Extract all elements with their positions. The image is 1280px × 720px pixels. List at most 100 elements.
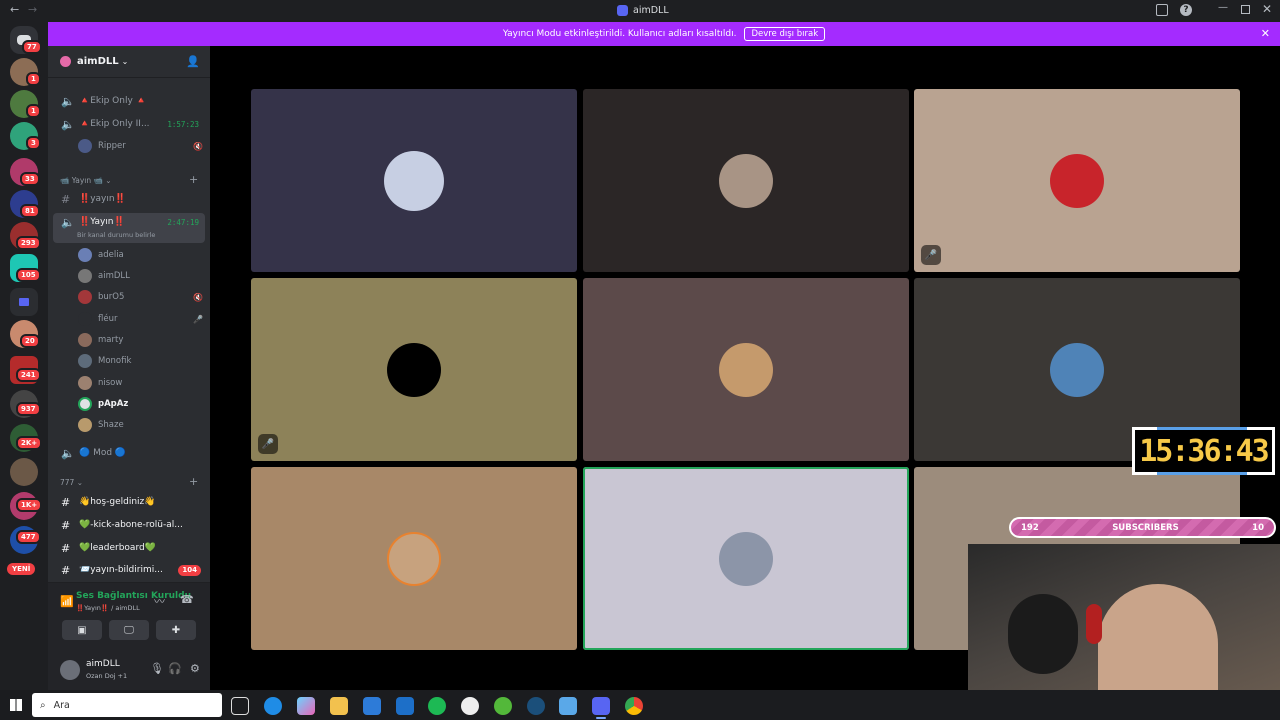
copilot-icon[interactable]	[297, 697, 315, 715]
microphone-icon[interactable]: 🎙	[150, 662, 164, 675]
poster	[1008, 594, 1078, 674]
add-channel-icon[interactable]: +	[189, 173, 198, 186]
disconnect-icon[interactable]: ☎	[180, 593, 194, 606]
participant-tile-speaking[interactable]	[583, 467, 909, 650]
channel-timer: 2:47:19	[167, 218, 199, 227]
noise-suppression-icon[interactable]: 〰	[154, 593, 165, 609]
xbox-icon[interactable]	[494, 697, 512, 715]
user-panel: aimDLL Ozan Doj +1 🎙 🎧 ⚙	[48, 650, 210, 690]
steam-icon[interactable]	[527, 697, 545, 715]
user-name[interactable]: aimDLL	[86, 659, 120, 669]
battlenet-icon[interactable]	[559, 697, 577, 715]
clock-time: 15:36:43	[1139, 433, 1269, 469]
participant-tile[interactable]	[251, 467, 577, 650]
text-channel-yayin[interactable]: # ‼️yayın‼️	[53, 189, 205, 209]
server-header[interactable]: aimDLL ⌄ 👤	[48, 46, 210, 78]
stream-clock: 15:36:43	[1132, 427, 1275, 475]
text-channel[interactable]: # 💚-kick-abone-rolü-al...	[53, 515, 205, 535]
voice-channel-ekip-only-2[interactable]: 🔈 🔺Ekip Only II... 1:57:23	[53, 114, 205, 134]
text-channel[interactable]: # 📨yayın-bildirimi... 104	[53, 560, 205, 580]
windows-start-icon[interactable]	[10, 699, 22, 711]
voice-member[interactable]: pApAz	[78, 395, 203, 413]
channel-status[interactable]: Bir kanal durumu belirle	[77, 231, 155, 239]
muted-icon: 🎤	[193, 314, 203, 324]
screen-share-button[interactable]: 🖵	[109, 620, 149, 640]
app-icon[interactable]	[461, 697, 479, 715]
add-channel-icon[interactable]: +	[189, 475, 198, 488]
spotify-icon[interactable]	[428, 697, 446, 715]
voice-member[interactable]: burO5 🔇	[78, 288, 203, 306]
close-banner-icon[interactable]: ✕	[1261, 27, 1270, 40]
inbox-icon[interactable]	[1156, 4, 1168, 16]
taskbar-search-box[interactable]: ⌕ Ara	[32, 693, 222, 717]
text-channel[interactable]: # 👋hoş-geldiniz👋	[53, 492, 205, 512]
participant-avatar	[719, 531, 773, 586]
file-explorer-icon[interactable]	[330, 697, 348, 715]
chevron-down-icon: ⌄	[121, 57, 129, 66]
voice-member[interactable]: nisow	[78, 374, 203, 392]
voice-location[interactable]: ‼️Yayın‼️ / aimDLL	[76, 604, 140, 612]
channel-sidebar: aimDLL ⌄ 👤 🔈 🔺Ekip Only 🔺 🔈 🔺Ekip Only II.…	[48, 46, 210, 690]
participant-tile[interactable]	[583, 278, 909, 461]
voice-channel-mod[interactable]: 🔈 🔵 Mod 🔵	[53, 443, 205, 463]
server-badge: 241	[16, 368, 41, 382]
server-badge: 33	[20, 172, 40, 186]
help-icon[interactable]: ?	[1180, 4, 1192, 16]
mail-icon[interactable]	[396, 697, 414, 715]
voice-channel-yayin-selected[interactable]: 🔈 ‼️Yayın‼️ 2:47:19 Bir kanal durumu bel…	[53, 213, 205, 243]
chrome-icon[interactable]	[625, 697, 643, 715]
category-yayin[interactable]: 📹 Yayın 📹 ⌄	[60, 176, 112, 185]
participant-tile[interactable]	[251, 89, 577, 272]
server-badge: 1K+	[16, 498, 43, 512]
speaker-icon: 🔈	[61, 94, 75, 108]
mention-badge: 104	[178, 564, 201, 576]
disable-streamer-mode-button[interactable]: Devre dışı bırak	[744, 27, 826, 41]
settings-gear-icon[interactable]: ⚙	[190, 662, 200, 675]
voice-member[interactable]: aimDLL	[78, 267, 203, 285]
avatar	[78, 354, 92, 368]
folder-icon[interactable]	[10, 288, 38, 316]
invite-people-icon[interactable]: 👤	[186, 55, 200, 68]
soundboard-button[interactable]	[203, 620, 204, 621]
new-label[interactable]: YENİ	[7, 563, 36, 575]
headphones-icon[interactable]: 🎧	[168, 662, 182, 675]
server-badge: 477	[16, 530, 41, 544]
participant-tile[interactable]: 🎤	[914, 89, 1240, 272]
banner-text: Yayıncı Modu etkinleştirildi. Kullanıcı …	[502, 29, 737, 39]
voice-member[interactable]: Shaze	[78, 416, 203, 434]
avatar	[78, 376, 92, 390]
text-channel[interactable]: # 💚leaderboard💚	[53, 538, 205, 558]
voice-member[interactable]: adelia	[78, 246, 203, 264]
discord-taskbar-icon[interactable]	[592, 697, 610, 715]
title-bar: ← → aimDLL ? — ✕	[0, 0, 1280, 22]
category-777[interactable]: 777 ⌄	[60, 478, 83, 487]
participant-tile[interactable]	[583, 89, 909, 272]
server-badge: 1	[26, 104, 41, 118]
voice-member[interactable]: marty	[78, 331, 203, 349]
activities-icon: ✚	[171, 624, 181, 636]
activities-button[interactable]: ✚	[156, 620, 196, 640]
minimize-icon[interactable]: —	[1218, 2, 1228, 13]
voice-channel-ekip-only[interactable]: 🔈 🔺Ekip Only 🔺	[53, 91, 205, 111]
participant-tile[interactable]: 🎤	[251, 278, 577, 461]
window-title: aimDLL	[633, 5, 669, 16]
task-view-icon[interactable]	[231, 697, 249, 715]
voice-member[interactable]: fléur 🎤	[78, 310, 203, 328]
user-avatar[interactable]	[60, 660, 80, 680]
server-icon-12[interactable]	[10, 458, 38, 486]
voice-member[interactable]: Monofik	[78, 352, 203, 370]
close-window-icon[interactable]: ✕	[1262, 2, 1272, 16]
maximize-icon[interactable]	[1241, 5, 1250, 14]
signal-icon: 📶	[60, 595, 74, 608]
back-icon[interactable]: ←	[10, 3, 19, 16]
voice-status[interactable]: Ses Bağlantısı Kuruldu	[76, 591, 191, 601]
user-status: Ozan Doj +1	[86, 672, 128, 680]
camera-off-button[interactable]: ▣	[62, 620, 102, 640]
edge-icon[interactable]	[264, 697, 282, 715]
discord-icon	[617, 5, 628, 16]
server-badge: 3	[26, 136, 41, 150]
voice-member-ripper[interactable]: Ripper 🔇	[78, 137, 203, 155]
store-icon[interactable]	[363, 697, 381, 715]
participant-avatar	[719, 342, 773, 397]
forward-icon[interactable]: →	[28, 3, 37, 16]
